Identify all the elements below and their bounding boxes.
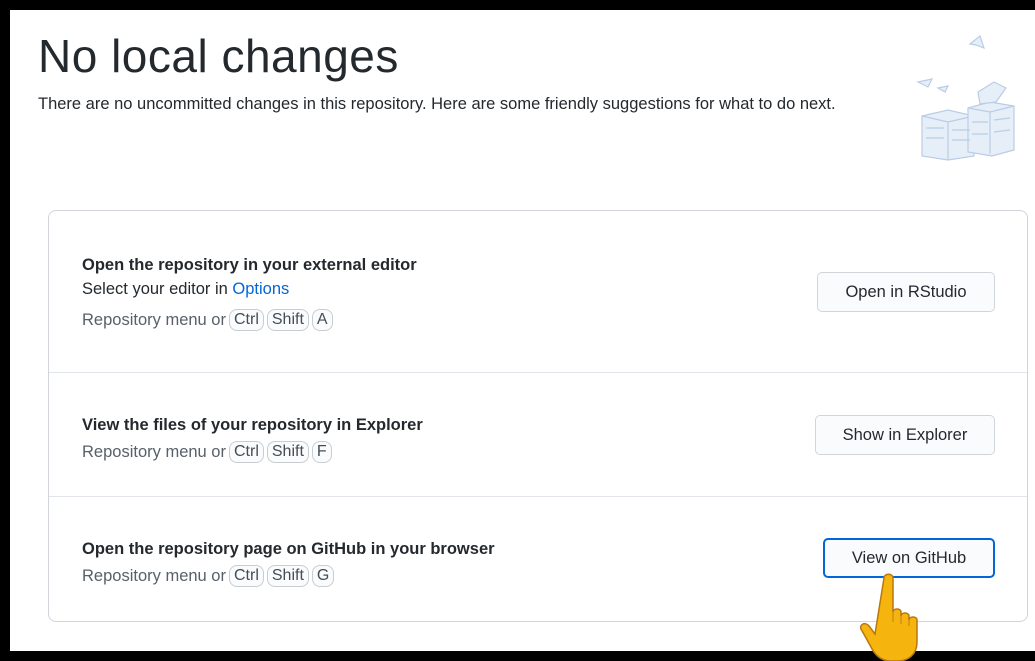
suggestion-title: View the files of your repository in Exp… [82,416,423,434]
key-ctrl: Ctrl [228,309,264,331]
suggestions-card: Open the repository in your external edi… [48,210,1028,622]
shortcut-prefix: Repository menu or [82,311,226,329]
suggestion-text: Open the repository page on GitHub in yo… [82,537,495,589]
page-title: No local changes [38,30,399,82]
description-prefix: Select your editor in [82,280,233,298]
key-shift: Shift [266,441,309,463]
shortcut-prefix: Repository menu or [82,567,226,585]
open-in-rstudio-button[interactable]: Open in RStudio [817,272,995,312]
key-shift: Shift [266,565,309,587]
show-in-explorer-button[interactable]: Show in Explorer [815,415,995,455]
keyboard-shortcut: Repository menu or Ctrl Shift A [82,307,417,333]
keyboard-shortcut: Repository menu or Ctrl Shift F [82,439,423,465]
suggestion-title: Open the repository page on GitHub in yo… [82,540,495,558]
paper-stacks-illustration-icon [908,32,1030,162]
no-changes-header: No local changes There are no uncommitte… [38,30,1028,117]
suggestion-show-in-explorer: View the files of your repository in Exp… [49,373,1027,497]
suggestion-text: View the files of your repository in Exp… [82,413,423,465]
key-a: A [311,309,333,331]
key-g: G [311,565,335,587]
key-shift: Shift [266,309,309,331]
key-f: F [311,441,332,463]
suggestion-description: Select your editor in Options [82,277,417,301]
suggestion-open-editor: Open the repository in your external edi… [49,211,1027,373]
suggestion-title: Open the repository in your external edi… [82,256,417,274]
options-link[interactable]: Options [232,280,289,298]
page-subtitle: There are no uncommitted changes in this… [38,94,836,113]
key-ctrl: Ctrl [228,441,264,463]
pointing-hand-cursor-icon [852,572,942,661]
keyboard-shortcut: Repository menu or Ctrl Shift G [82,563,495,589]
shortcut-prefix: Repository menu or [82,443,226,461]
key-ctrl: Ctrl [228,565,264,587]
suggestion-text: Open the repository in your external edi… [82,253,417,333]
